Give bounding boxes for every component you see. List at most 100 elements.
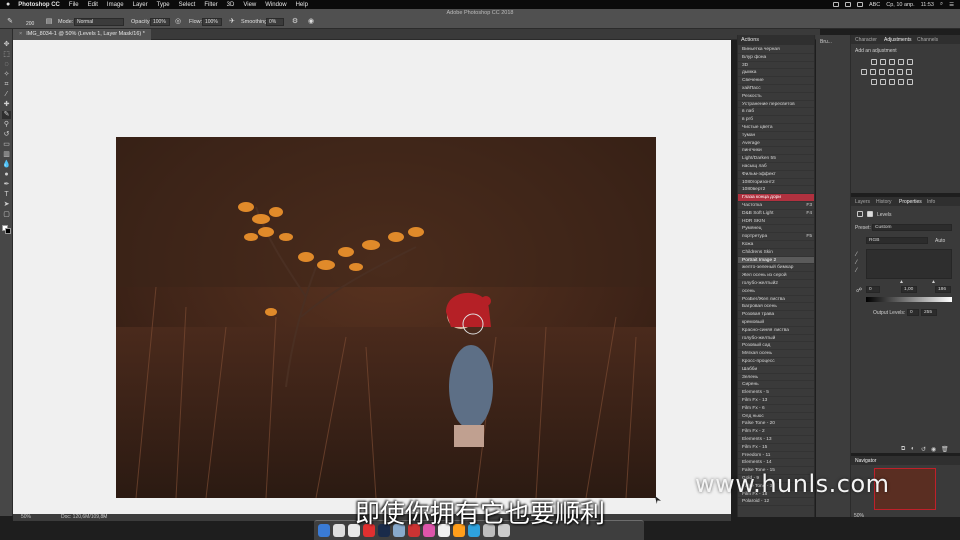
volume-icon[interactable] <box>844 2 851 7</box>
gamma-slider-handle[interactable]: ▲ <box>899 279 904 285</box>
tab-layers[interactable]: Layers <box>855 199 870 205</box>
reset-icon[interactable]: ↺ <box>921 446 926 453</box>
action-item[interactable]: Багровая осень <box>738 303 814 312</box>
action-item[interactable]: Чистые цвета <box>738 124 814 132</box>
vibrance-icon[interactable] <box>907 59 913 65</box>
document-tab[interactable]: × IMG_8034-1 @ 50% (Levels 1, Layer Mask/… <box>13 29 151 40</box>
action-item[interactable]: Elements - 13 <box>738 436 814 444</box>
menu-type[interactable]: Type <box>157 2 170 8</box>
menu-image[interactable]: Image <box>107 2 124 8</box>
menu-select[interactable]: Select <box>179 2 196 8</box>
input-white-field[interactable]: 186 <box>935 286 951 293</box>
tab-history[interactable]: History <box>876 199 892 205</box>
action-item[interactable]: РозБег/Жел листва <box>738 296 814 304</box>
delete-icon[interactable]: 🗑 <box>941 446 949 453</box>
background-color-swatch[interactable] <box>5 228 11 234</box>
action-item[interactable]: пингчики <box>738 147 814 156</box>
search-icon[interactable]: ⌕ <box>940 1 943 8</box>
menu-3d[interactable]: 3D <box>227 2 235 8</box>
mode-select[interactable]: Normal <box>74 18 124 26</box>
flow-field[interactable]: 100% <box>202 18 222 26</box>
input-black-field[interactable]: 0 <box>866 286 880 293</box>
action-item[interactable]: Сирень <box>738 381 814 390</box>
tab-channels[interactable]: Channels <box>917 37 938 43</box>
path-select-tool-icon[interactable]: ➤ <box>2 201 11 209</box>
apple-icon[interactable]: ● <box>6 1 10 8</box>
action-item[interactable]: кремовый <box>738 319 814 327</box>
action-item[interactable]: желто-зеленый бимкар <box>738 264 814 273</box>
photo-filter-icon[interactable] <box>888 69 894 75</box>
battery-icon[interactable] <box>856 2 863 7</box>
menubar-date[interactable]: Ср, 10 апр. <box>886 2 914 8</box>
action-item[interactable]: дымка <box>738 69 814 78</box>
action-item[interactable]: насыщ лаб <box>738 163 814 171</box>
curves-icon[interactable] <box>889 59 895 65</box>
action-item[interactable]: Childrens Skin <box>738 249 814 257</box>
menu-help[interactable]: Help <box>296 2 308 8</box>
tab-adjustments[interactable]: Adjustments <box>884 37 912 43</box>
action-item[interactable]: 1080верт2 <box>738 186 814 195</box>
action-item[interactable]: Кросс-процесс <box>738 358 814 366</box>
eyedropper-gray-icon[interactable]: ⁄ <box>856 260 857 266</box>
color-lookup-icon[interactable] <box>906 69 912 75</box>
menu-filter[interactable]: Filter <box>204 2 217 8</box>
action-item[interactable]: Film Fx - 15 <box>738 444 814 452</box>
action-item[interactable]: туман <box>738 132 814 140</box>
output-black-field[interactable]: 0 <box>907 309 919 316</box>
menu-edit[interactable]: Edit <box>88 2 98 8</box>
action-item[interactable]: 3D <box>738 62 814 70</box>
blur-tool-icon[interactable]: 💧 <box>2 161 11 169</box>
preset-select[interactable]: Custom <box>872 224 952 231</box>
action-item[interactable]: Зелень <box>738 374 814 382</box>
action-item[interactable]: Freedom - 11 <box>738 452 814 460</box>
brush-size[interactable]: 200 <box>26 21 34 27</box>
pressure-size-icon[interactable]: ◉ <box>307 18 315 26</box>
action-item[interactable]: Elements - 14 <box>738 459 814 468</box>
crop-tool-icon[interactable]: ⌗ <box>2 81 11 89</box>
close-tab-icon[interactable]: × <box>19 31 22 37</box>
marquee-tool-icon[interactable]: ⬚ <box>2 51 11 59</box>
menu-file[interactable]: File <box>69 2 79 8</box>
action-item[interactable]: Мягкая осень <box>738 350 814 358</box>
view-previous-icon[interactable]: ◐ <box>911 446 915 452</box>
action-item[interactable]: Фильм-эффект <box>738 171 814 179</box>
tab-navigator[interactable]: Navigator <box>855 458 876 464</box>
hue-saturation-icon[interactable] <box>861 69 867 75</box>
action-item[interactable]: Film Fx - 13 <box>738 397 814 405</box>
action-item[interactable]: Свечение <box>738 77 814 85</box>
action-item[interactable]: Portrait Image 2 <box>738 256 814 265</box>
type-tool-icon[interactable]: T <box>2 191 11 199</box>
action-item[interactable]: Частотка F3 <box>738 202 814 210</box>
clip-icon[interactable]: ☍ <box>856 287 862 294</box>
selective-color-icon[interactable] <box>907 79 913 85</box>
action-item[interactable]: Шабби <box>738 366 814 374</box>
menu-list-icon[interactable]: ☰ <box>949 2 954 8</box>
output-white-field[interactable]: 255 <box>921 309 937 316</box>
input-gamma-field[interactable]: 1,00 <box>901 286 917 293</box>
channel-select[interactable]: RGB <box>866 237 928 244</box>
document-image[interactable] <box>116 137 656 498</box>
tab-character[interactable]: Character <box>855 37 877 43</box>
action-item[interactable]: Розовый сад <box>738 342 814 351</box>
action-item[interactable]: Виньетка черная <box>738 46 814 54</box>
levels-icon[interactable] <box>880 59 886 65</box>
wifi-icon[interactable] <box>832 2 839 7</box>
gear-icon[interactable]: ⚙ <box>291 18 299 26</box>
action-item[interactable]: осень <box>738 288 814 296</box>
action-item[interactable]: Красно-синяя листва <box>738 327 814 335</box>
black-white-icon[interactable] <box>879 69 885 75</box>
gradient-map-icon[interactable] <box>898 79 904 85</box>
quick-select-tool-icon[interactable]: ✧ <box>2 71 11 79</box>
eyedropper-black-icon[interactable]: ⁄ <box>856 252 857 258</box>
action-item[interactable]: Блур фона <box>738 54 814 62</box>
history-brush-tool-icon[interactable]: ↺ <box>2 131 11 139</box>
menu-app[interactable]: Photoshop CC <box>18 2 60 8</box>
auto-button[interactable]: Auto <box>935 238 945 244</box>
shape-tool-icon[interactable]: ▢ <box>2 211 11 219</box>
action-item[interactable]: в лаб <box>738 108 814 117</box>
action-item[interactable]: в ргб <box>738 116 814 124</box>
menu-view[interactable]: View <box>243 2 256 8</box>
action-item[interactable]: голубо-желтый2 <box>738 280 814 288</box>
tab-info[interactable]: Info <box>927 199 935 205</box>
exposure-icon[interactable] <box>898 59 904 65</box>
